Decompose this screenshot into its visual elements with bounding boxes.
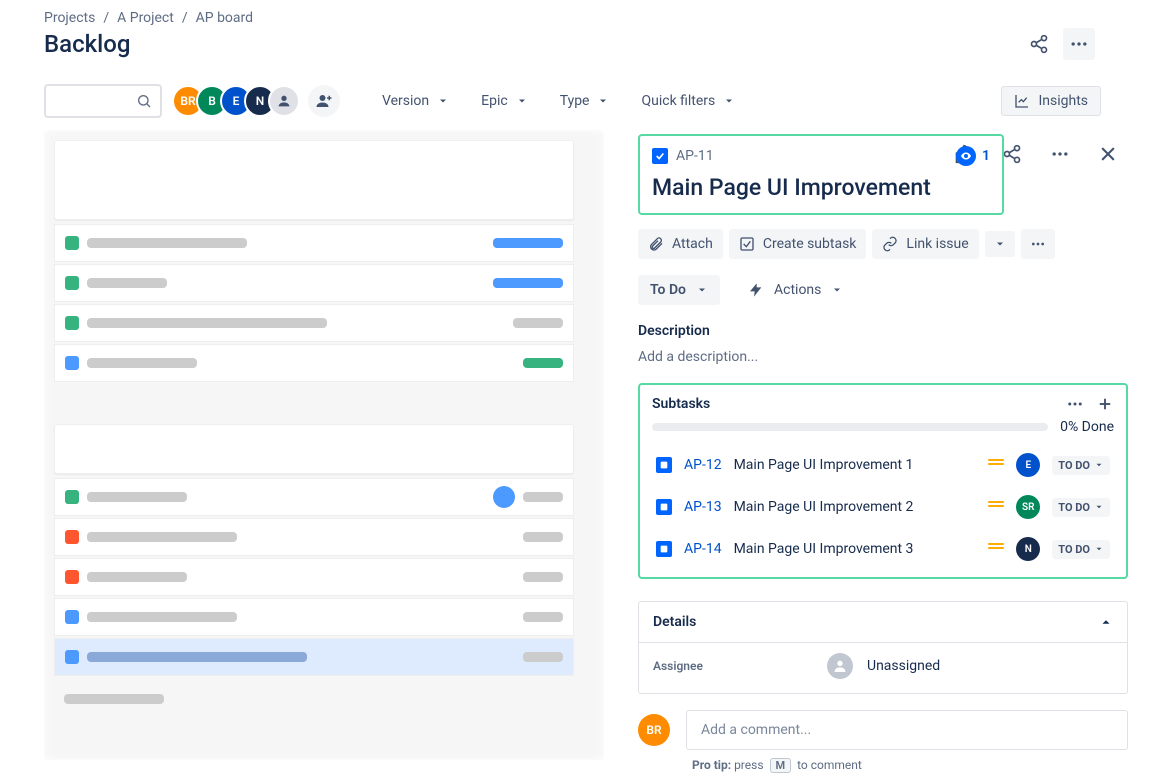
subtask-icon: [739, 236, 755, 252]
subtasks-progress-label: 0% Done: [1060, 419, 1114, 435]
actions-dropdown[interactable]: Actions: [748, 282, 843, 298]
eye-icon: [956, 146, 976, 166]
subtasks-progress-bar: [652, 423, 1048, 431]
description-label: Description: [638, 323, 1128, 339]
subtasks-more-icon[interactable]: [1066, 395, 1084, 413]
status-dropdown[interactable]: To Do: [638, 275, 720, 305]
unassigned-icon: [827, 653, 853, 679]
search-icon: [136, 93, 152, 109]
task-icon: [652, 148, 668, 164]
subtask-assignee-avatar[interactable]: SR: [1016, 495, 1040, 519]
subtask-row[interactable]: AP-14 Main Page UI Improvement 3 N TO DO: [648, 529, 1118, 569]
type-dropdown[interactable]: Type: [556, 87, 614, 115]
assignee-label: Assignee: [653, 659, 813, 673]
more-actions-button[interactable]: [1021, 229, 1055, 259]
chevron-up-icon: [1099, 615, 1113, 629]
search-input[interactable]: [44, 84, 162, 118]
comment-input[interactable]: Add a comment...: [686, 710, 1128, 750]
issue-title[interactable]: Main Page UI Improvement: [652, 174, 990, 201]
epic-dropdown[interactable]: Epic: [477, 87, 532, 115]
breadcrumb-board[interactable]: AP board: [196, 10, 253, 26]
avatar-more[interactable]: [268, 85, 300, 117]
details-panel: Details Assignee Unassigned: [638, 601, 1128, 694]
more-icon: [1030, 236, 1046, 252]
breadcrumb-separator: /: [99, 10, 113, 26]
priority-icon: [988, 501, 1004, 513]
attachment-icon: [648, 236, 664, 252]
chevron-down-icon: [994, 238, 1006, 250]
page-title: Backlog: [44, 30, 130, 58]
insights-button[interactable]: Insights: [1001, 86, 1101, 116]
more-icon[interactable]: [1063, 28, 1095, 60]
link-icon: [882, 236, 898, 252]
bolt-icon: [748, 282, 764, 298]
pro-tip: Pro tip: press M to comment: [692, 758, 1128, 773]
breadcrumb: Projects / A Project / AP board: [44, 10, 1105, 26]
attach-button[interactable]: Attach: [638, 229, 723, 259]
current-user-avatar: BR: [638, 714, 670, 746]
subtasks-label: Subtasks: [652, 396, 710, 412]
description-field[interactable]: Add a description...: [638, 349, 1128, 365]
subtask-row[interactable]: AP-13 Main Page UI Improvement 2 SR TO DO: [648, 487, 1118, 527]
subtask-status[interactable]: TO DO: [1052, 540, 1110, 559]
subtask-row[interactable]: AP-12 Main Page UI Improvement 1 E TO DO: [648, 445, 1118, 485]
breadcrumb-project[interactable]: A Project: [117, 10, 174, 26]
add-member-button[interactable]: [308, 85, 340, 117]
close-icon[interactable]: [1092, 138, 1124, 170]
add-subtask-icon[interactable]: [1096, 395, 1114, 413]
subtask-key[interactable]: AP-13: [684, 499, 722, 515]
subtask-assignee-avatar[interactable]: N: [1016, 537, 1040, 561]
breadcrumb-separator: /: [178, 10, 192, 26]
assignee-value[interactable]: Unassigned: [867, 658, 940, 674]
chevron-down-icon: [723, 95, 735, 107]
chevron-down-icon: [437, 95, 449, 107]
quick-filters-dropdown[interactable]: Quick filters: [637, 87, 739, 115]
subtask-key[interactable]: AP-14: [684, 541, 722, 557]
share-icon[interactable]: [1023, 28, 1055, 60]
subtask-type-icon: [656, 457, 672, 473]
details-toggle[interactable]: Details: [639, 602, 1127, 642]
breadcrumb-projects[interactable]: Projects: [44, 10, 95, 26]
chevron-down-icon: [516, 95, 528, 107]
chevron-down-icon: [831, 284, 843, 296]
backlog-list-blurred: [44, 130, 604, 760]
subtask-assignee-avatar[interactable]: E: [1016, 453, 1040, 477]
priority-icon: [988, 543, 1004, 555]
more-icon[interactable]: [1044, 138, 1076, 170]
chart-icon: [1014, 93, 1030, 109]
subtask-title: Main Page UI Improvement 3: [734, 541, 977, 557]
subtask-title: Main Page UI Improvement 2: [734, 499, 977, 515]
chevron-down-icon: [597, 95, 609, 107]
subtask-type-icon: [656, 541, 672, 557]
version-dropdown[interactable]: Version: [378, 87, 453, 115]
member-avatars: BR B E N: [180, 85, 340, 117]
link-issue-button[interactable]: Link issue: [872, 229, 978, 259]
subtasks-panel: Subtasks 0% Done AP-12 Main Page UI Impro…: [638, 383, 1128, 579]
subtask-status[interactable]: TO DO: [1052, 498, 1110, 517]
link-issue-dropdown[interactable]: [985, 231, 1015, 257]
priority-icon: [988, 459, 1004, 471]
chevron-down-icon: [696, 284, 708, 296]
subtask-title: Main Page UI Improvement 1: [734, 457, 977, 473]
subtask-status[interactable]: TO DO: [1052, 456, 1110, 475]
issue-header-highlight: AP-11 1 Main Page UI Improvement: [638, 134, 1004, 215]
subtask-type-icon: [656, 499, 672, 515]
subtask-key[interactable]: AP-12: [684, 457, 722, 473]
watchers[interactable]: 1: [956, 146, 990, 166]
create-subtask-button[interactable]: Create subtask: [729, 229, 867, 259]
issue-key[interactable]: AP-11: [652, 148, 714, 164]
